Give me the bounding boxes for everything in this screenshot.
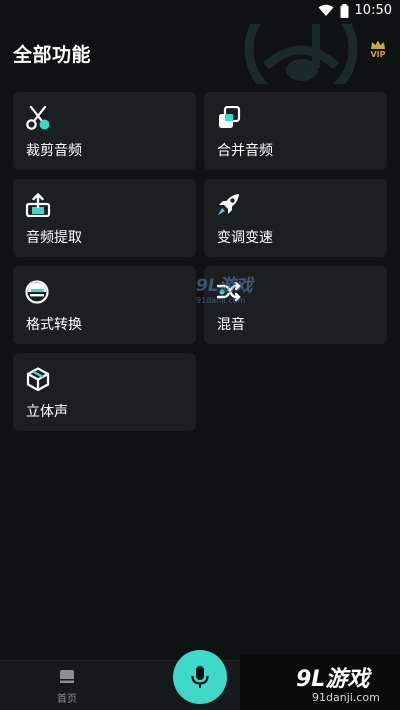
feature-card-merge-audio[interactable]: 合并音频 <box>204 92 387 170</box>
vip-button[interactable]: VIP <box>368 40 388 62</box>
convert-icon <box>25 280 49 304</box>
crown-icon <box>371 40 385 49</box>
feature-label: 格式转换 <box>26 317 82 333</box>
vip-label: VIP <box>370 50 386 59</box>
wifi-icon <box>318 4 334 16</box>
watermark-corner: 9L游戏 91danji.com <box>240 655 400 710</box>
cube-icon <box>26 367 50 391</box>
merge-icon <box>219 106 241 128</box>
watermark-corner-site: 91danji.com <box>312 691 380 704</box>
extract-icon <box>25 193 51 217</box>
status-bar: 10:50 <box>0 0 400 24</box>
feature-label: 变调变速 <box>217 230 273 246</box>
watermark-brand: 9L游戏 <box>196 276 253 296</box>
feature-card-format-convert[interactable]: 格式转换 <box>13 266 196 344</box>
feature-label: 音频提取 <box>26 230 82 246</box>
nav-home-tab[interactable]: 首页 <box>50 669 84 709</box>
feature-card-extract-audio[interactable]: 音频提取 <box>13 179 196 257</box>
feature-label: 裁剪音频 <box>26 143 82 159</box>
page-title: 全部功能 <box>13 44 92 66</box>
record-button[interactable] <box>173 650 227 704</box>
watermark-corner-brand: 9L游戏 <box>296 667 370 692</box>
status-icons: 10:50 <box>318 3 392 18</box>
feature-label: 合并音频 <box>217 143 273 159</box>
rocket-icon <box>218 194 239 215</box>
battery-icon <box>340 3 349 18</box>
scissors-icon <box>26 106 50 130</box>
header: 全部功能 VIP <box>0 24 400 84</box>
watermark-overlay: 9L游戏 91danji.com <box>196 271 294 311</box>
feature-label: 立体声 <box>26 404 68 420</box>
nav-home-label: 首页 <box>57 694 77 705</box>
home-icon <box>60 670 74 683</box>
feature-card-stereo[interactable]: 立体声 <box>13 353 196 431</box>
background-music-note-icon <box>244 24 358 84</box>
feature-card-cut-audio[interactable]: 裁剪音频 <box>13 92 196 170</box>
feature-card-pitch-speed[interactable]: 变调变速 <box>204 179 387 257</box>
microphone-icon <box>191 666 209 688</box>
status-time: 10:50 <box>354 3 392 18</box>
watermark-site: 91danji.com <box>196 296 246 305</box>
feature-label: 混音 <box>217 317 245 333</box>
